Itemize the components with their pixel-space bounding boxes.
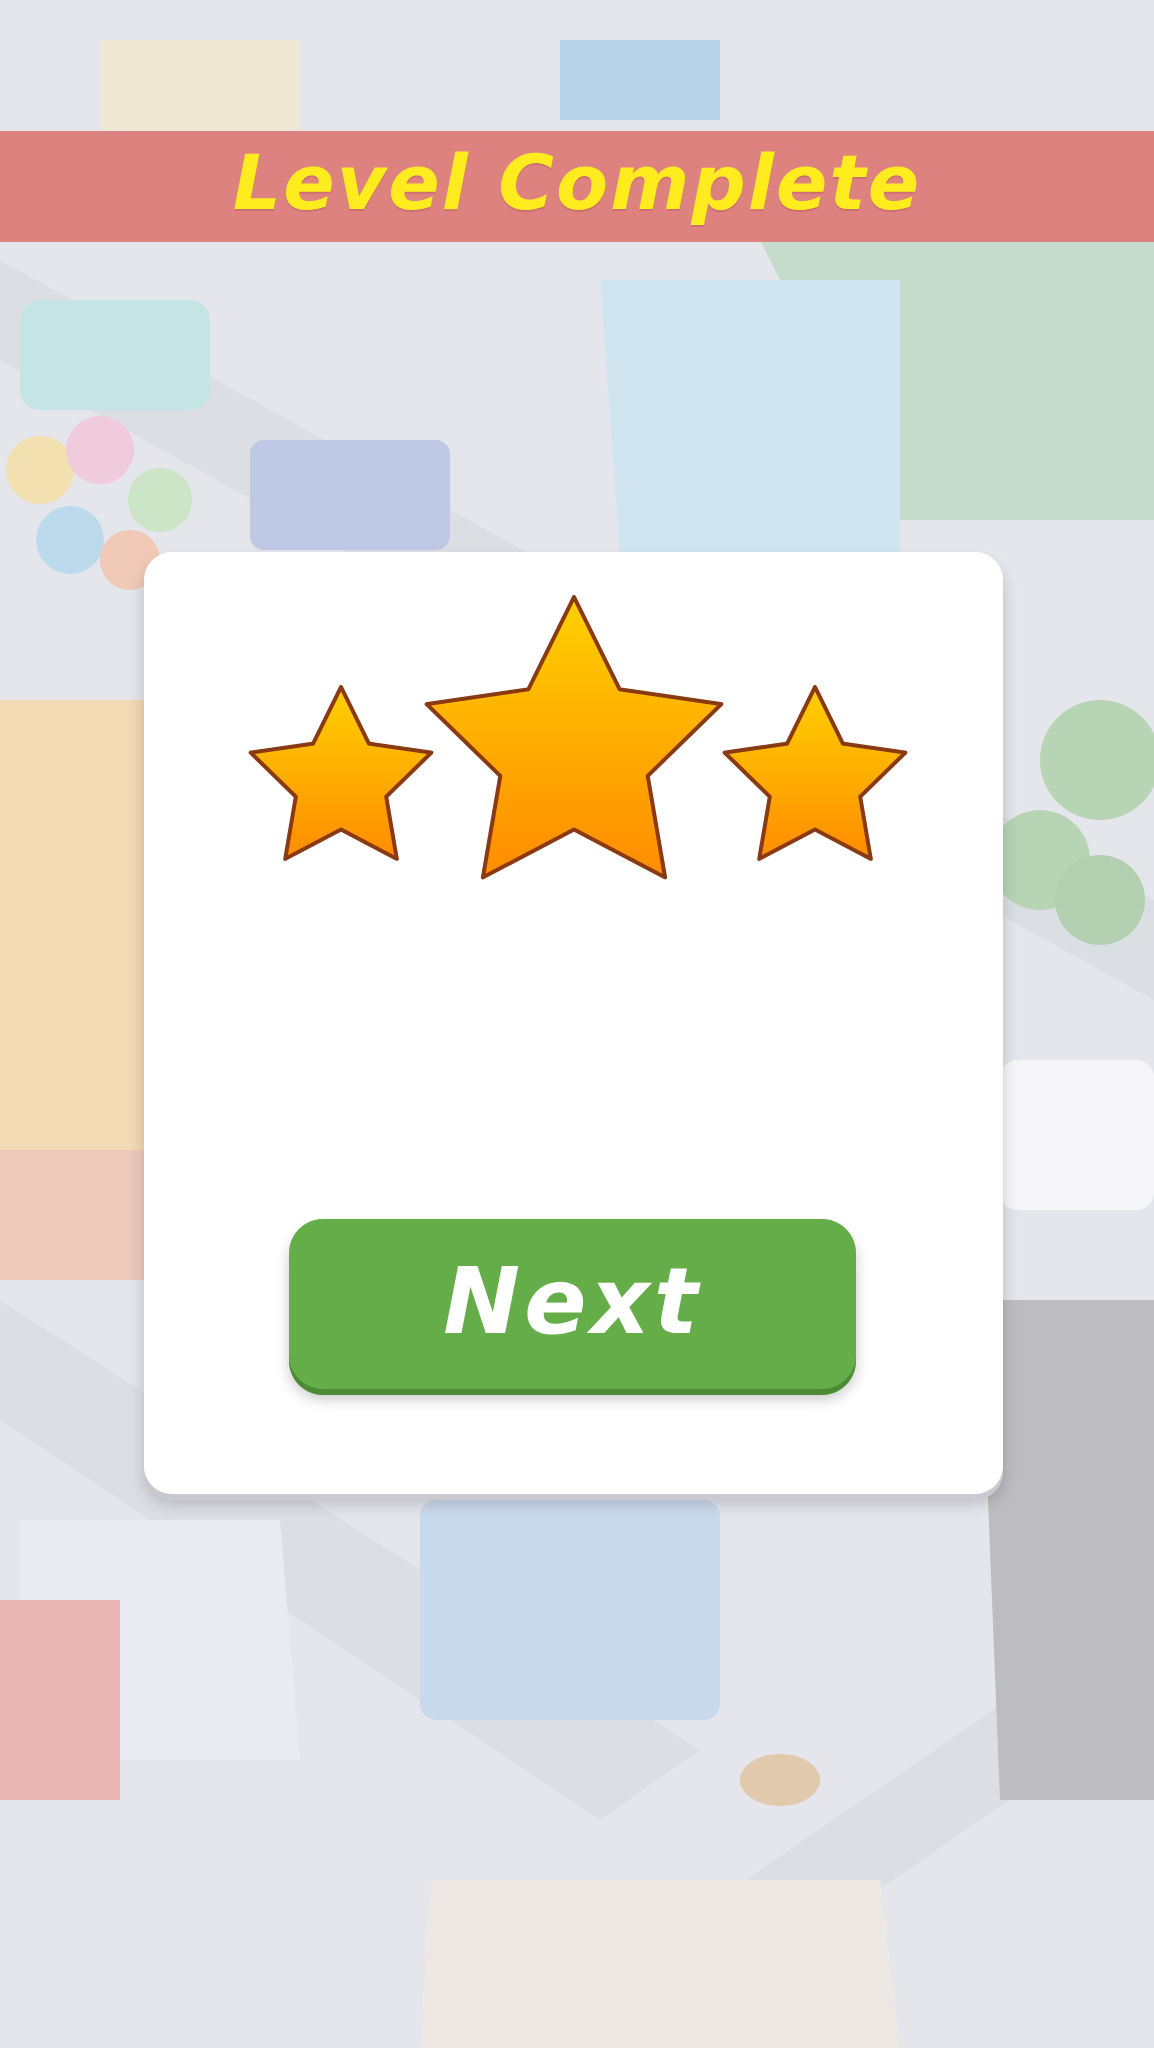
star-rating [248,595,908,880]
next-button-label: Next [443,1247,702,1355]
star-filled-icon [248,685,434,861]
next-button[interactable]: Next [289,1219,856,1389]
level-complete-dialog: Next [144,552,1003,1494]
star-filled-icon [424,595,724,880]
level-complete-banner: Level Complete [0,131,1154,242]
banner-title: Level Complete [232,138,922,227]
star-filled-icon [722,685,908,861]
